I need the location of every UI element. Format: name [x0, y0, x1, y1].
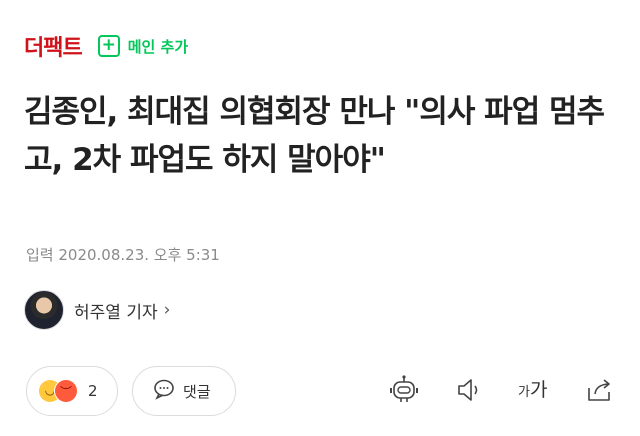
- reporter-link[interactable]: 허주열 기자 ›: [24, 290, 170, 330]
- reporter-name: 허주열 기자: [74, 302, 158, 323]
- summary-bot-button[interactable]: [388, 374, 420, 406]
- comment-button[interactable]: 댓글: [132, 366, 236, 416]
- article-toolbar: ◡ ︶ 2 댓글 가가: [26, 366, 624, 420]
- add-to-main-button[interactable]: + 메인 추가: [97, 35, 189, 57]
- text-to-speech-button[interactable]: [454, 374, 486, 406]
- article-dateline: 입력 2020.08.23. 오후 5:31: [26, 246, 220, 264]
- article-title: 김종인, 최대집 의협회장 만나 "의사 파업 멈추고, 2차 파업도 하지 말…: [24, 94, 605, 178]
- speaker-icon: [458, 379, 478, 401]
- font-size-small-label: 가: [518, 385, 530, 400]
- chevron-right-icon: ›: [163, 300, 171, 320]
- comment-icon: [153, 378, 175, 404]
- angry-emoji-icon: ︶: [54, 379, 78, 403]
- comment-label: 댓글: [183, 382, 211, 401]
- press-header: 더팩트 + 메인 추가: [24, 30, 188, 62]
- share-icon: [588, 379, 610, 401]
- plus-icon: +: [97, 35, 120, 57]
- robot-summary-icon: [390, 375, 418, 402]
- share-button[interactable]: [584, 374, 616, 406]
- font-size-large-label: 가: [529, 379, 548, 401]
- reaction-button[interactable]: ◡ ︶ 2: [26, 366, 118, 416]
- font-size-button[interactable]: 가가: [518, 374, 550, 406]
- press-logo[interactable]: 더팩트: [24, 30, 83, 62]
- reaction-count: 2: [88, 382, 98, 400]
- reporter-avatar: [24, 290, 64, 330]
- add-to-main-label: 메인 추가: [127, 37, 189, 56]
